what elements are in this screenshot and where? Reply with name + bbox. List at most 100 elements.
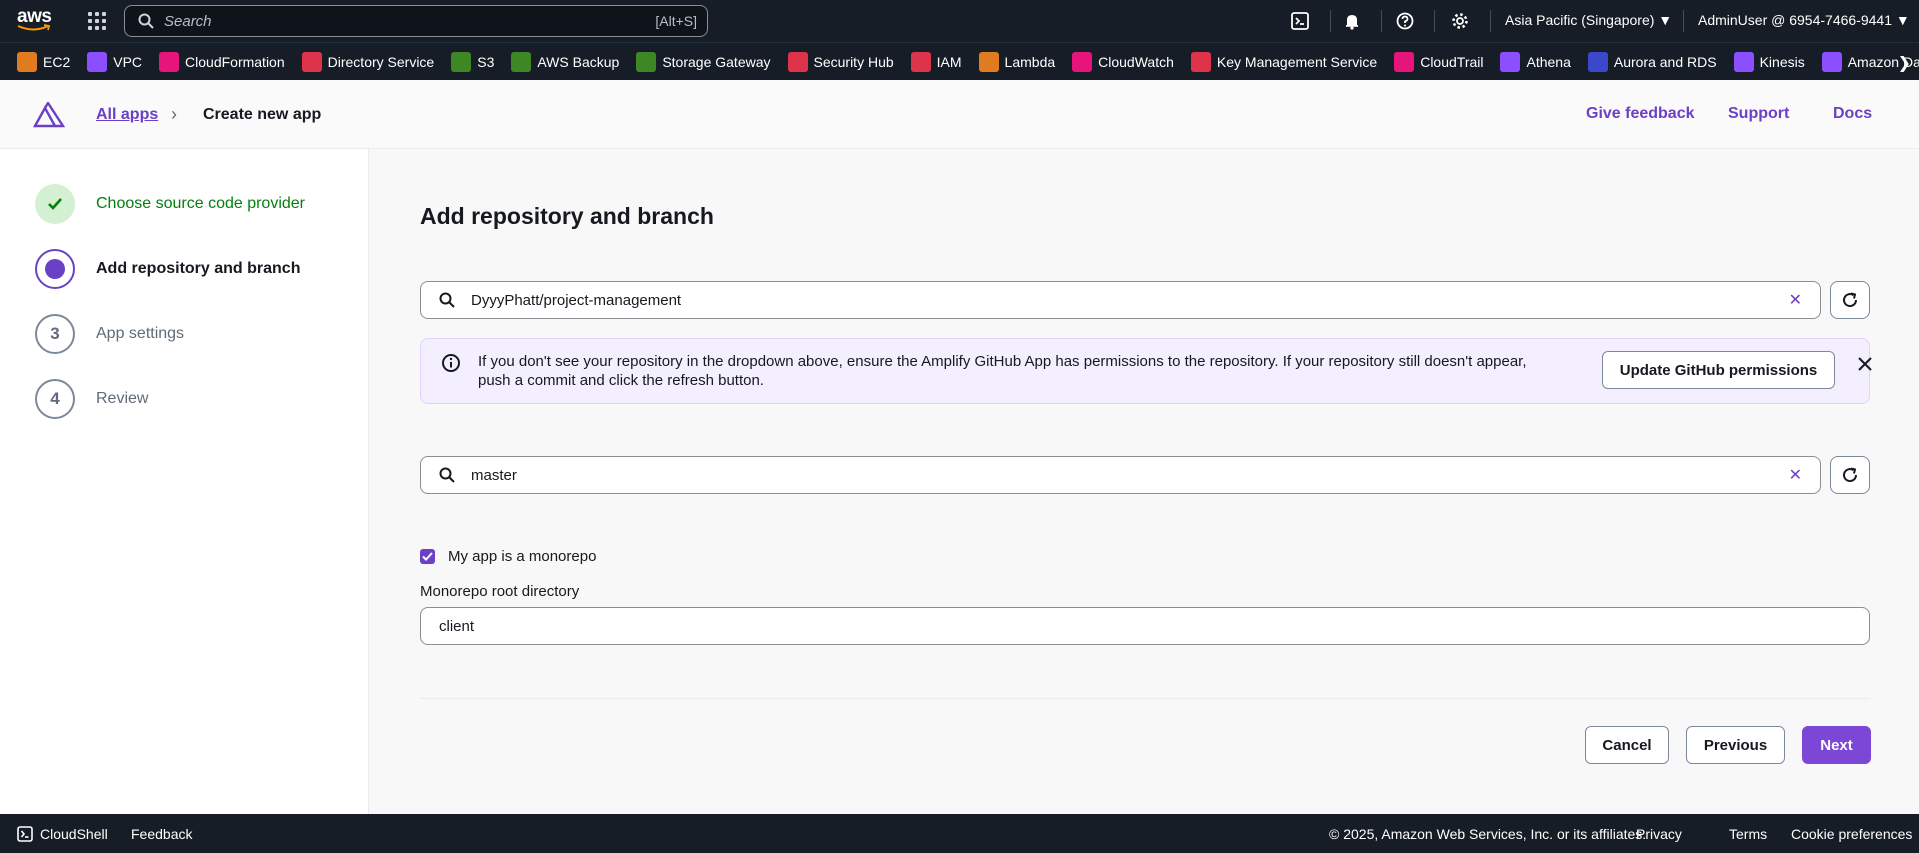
service-icon bbox=[1394, 51, 1415, 72]
copyright-text: © 2025, Amazon Web Services, Inc. or its… bbox=[1329, 826, 1647, 842]
close-icon[interactable] bbox=[1857, 356, 1873, 372]
favorite-ec2[interactable]: EC2 bbox=[17, 49, 70, 75]
wizard-steps: Choose source code provider Add reposito… bbox=[0, 149, 369, 814]
cloudshell-icon[interactable] bbox=[1290, 11, 1310, 31]
step-app-settings: 3 App settings bbox=[35, 314, 184, 354]
favorite-label: Storage Gateway bbox=[662, 53, 771, 70]
settings-gear-icon[interactable] bbox=[1450, 11, 1470, 31]
region-selector[interactable]: Asia Pacific (Singapore) ▼ bbox=[1505, 12, 1672, 28]
favorite-iam[interactable]: IAM bbox=[910, 49, 962, 75]
favorite-label: Security Hub bbox=[813, 53, 894, 70]
service-icon bbox=[910, 51, 931, 72]
root-directory-input[interactable]: client bbox=[420, 607, 1870, 645]
service-icon bbox=[1587, 51, 1608, 72]
step-choose-source[interactable]: Choose source code provider bbox=[35, 184, 305, 224]
step-label: Review bbox=[96, 390, 149, 407]
favorite-label: Directory Service bbox=[327, 53, 435, 70]
notifications-bell-icon[interactable] bbox=[1342, 11, 1362, 31]
service-icon bbox=[451, 51, 472, 72]
update-github-permissions-button[interactable]: Update GitHub permissions bbox=[1602, 351, 1835, 389]
current-step-indicator bbox=[35, 249, 75, 289]
favorite-cloudformation[interactable]: CloudFormation bbox=[159, 49, 285, 75]
feedback-link[interactable]: Feedback bbox=[131, 826, 192, 842]
favorite-aurora-and-rds[interactable]: Aurora and RDS bbox=[1587, 49, 1717, 75]
refresh-icon bbox=[1843, 467, 1858, 483]
favorite-label: Key Management Service bbox=[1216, 53, 1378, 70]
info-message: If you don't see your repository in the … bbox=[478, 353, 1527, 389]
service-icon bbox=[1821, 51, 1842, 72]
app-header: All apps › Create new app Give feedback … bbox=[0, 80, 1919, 149]
account-menu[interactable]: AdminUser @ 6954-7466-9441 ▼ bbox=[1698, 12, 1910, 28]
checkmark-icon bbox=[422, 552, 433, 561]
terms-link[interactable]: Terms bbox=[1729, 826, 1767, 842]
scroll-right-icon[interactable]: ❯ bbox=[1898, 53, 1911, 73]
monorepo-checkbox[interactable] bbox=[420, 549, 435, 564]
branch-value: master bbox=[471, 466, 517, 484]
cloudshell-icon[interactable] bbox=[17, 826, 33, 842]
breadcrumb-all-apps[interactable]: All apps bbox=[96, 106, 158, 124]
next-button[interactable]: Next bbox=[1802, 726, 1871, 764]
favorites-bar: EC2 VPC CloudFormation Directory Service S3 A… bbox=[0, 42, 1919, 80]
favorite-label: Athena bbox=[1526, 53, 1571, 70]
page-title: Add repository and branch bbox=[420, 203, 714, 229]
global-search-input[interactable]: Search [Alt+S] bbox=[124, 5, 708, 37]
search-placeholder: Search bbox=[164, 12, 212, 30]
aws-logo[interactable]: aws bbox=[17, 7, 53, 34]
give-feedback-link[interactable]: Give feedback bbox=[1586, 105, 1695, 123]
favorite-label: EC2 bbox=[43, 53, 71, 70]
root-directory-label: Monorepo root directory bbox=[420, 583, 580, 600]
favorite-label: Aurora and RDS bbox=[1613, 53, 1717, 70]
service-icon bbox=[787, 51, 808, 72]
console-footer: CloudShell Feedback © 2025, Amazon Web S… bbox=[0, 814, 1919, 853]
favorite-label: CloudWatch bbox=[1098, 53, 1174, 70]
monorepo-checkbox-row[interactable]: My app is a monorepo bbox=[420, 548, 596, 565]
cookie-preferences-link[interactable]: Cookie preferences bbox=[1791, 826, 1912, 842]
step-label: Choose source code provider bbox=[96, 195, 306, 212]
favorite-cloudwatch[interactable]: CloudWatch bbox=[1072, 49, 1174, 75]
chevron-right-icon: › bbox=[171, 104, 177, 124]
divider bbox=[420, 698, 1870, 699]
search-icon bbox=[138, 13, 154, 29]
favorite-lambda[interactable]: Lambda bbox=[978, 49, 1056, 75]
favorite-vpc[interactable]: VPC bbox=[87, 49, 142, 75]
refresh-branches-button[interactable] bbox=[1830, 456, 1870, 494]
privacy-link[interactable]: Privacy bbox=[1636, 826, 1682, 842]
previous-button[interactable]: Previous bbox=[1686, 726, 1785, 764]
clear-icon[interactable]: ✕ bbox=[1789, 465, 1802, 485]
favorite-label: CloudFormation bbox=[185, 53, 285, 70]
clear-icon[interactable]: ✕ bbox=[1789, 290, 1802, 310]
refresh-repositories-button[interactable] bbox=[1830, 281, 1870, 319]
favorite-directory-service[interactable]: Directory Service bbox=[301, 49, 435, 75]
favorite-cloudtrail[interactable]: CloudTrail bbox=[1394, 49, 1483, 75]
step-add-repository[interactable]: Add repository and branch bbox=[35, 249, 300, 289]
favorite-security-hub[interactable]: Security Hub bbox=[787, 49, 894, 75]
service-icon bbox=[301, 51, 322, 72]
favorite-storage-gateway[interactable]: Storage Gateway bbox=[636, 49, 771, 75]
service-icon bbox=[159, 51, 180, 72]
service-icon bbox=[511, 51, 532, 72]
support-link[interactable]: Support bbox=[1728, 105, 1789, 123]
favorite-kinesis[interactable]: Kinesis bbox=[1733, 49, 1805, 75]
main-content: Add repository and branch DyyyPhatt/proj… bbox=[370, 149, 1919, 814]
step-number: 4 bbox=[35, 379, 75, 419]
cloudshell-link[interactable]: CloudShell bbox=[40, 826, 108, 842]
service-icon bbox=[1190, 51, 1211, 72]
favorite-athena[interactable]: Athena bbox=[1500, 49, 1571, 75]
step-label: App settings bbox=[96, 325, 185, 342]
favorite-key-management-service[interactable]: Key Management Service bbox=[1190, 49, 1378, 75]
favorite-s3[interactable]: S3 bbox=[451, 49, 494, 75]
step-number: 3 bbox=[35, 314, 75, 354]
docs-link[interactable]: Docs bbox=[1833, 105, 1872, 123]
favorite-label: Lambda bbox=[1004, 53, 1056, 70]
favorite-aws-backup[interactable]: AWS Backup bbox=[511, 49, 619, 75]
cancel-button[interactable]: Cancel bbox=[1585, 726, 1669, 764]
help-icon[interactable] bbox=[1395, 11, 1415, 31]
services-menu-icon[interactable] bbox=[88, 12, 106, 30]
favorite-label: Kinesis bbox=[1759, 53, 1805, 70]
branch-select[interactable]: master ✕ bbox=[420, 456, 1821, 494]
step-review: 4 Review bbox=[35, 379, 148, 419]
amplify-logo-icon[interactable] bbox=[33, 102, 65, 128]
repository-select[interactable]: DyyyPhatt/project-management ✕ bbox=[420, 281, 1821, 319]
search-icon bbox=[439, 467, 455, 483]
favorite-label: IAM bbox=[936, 53, 962, 70]
